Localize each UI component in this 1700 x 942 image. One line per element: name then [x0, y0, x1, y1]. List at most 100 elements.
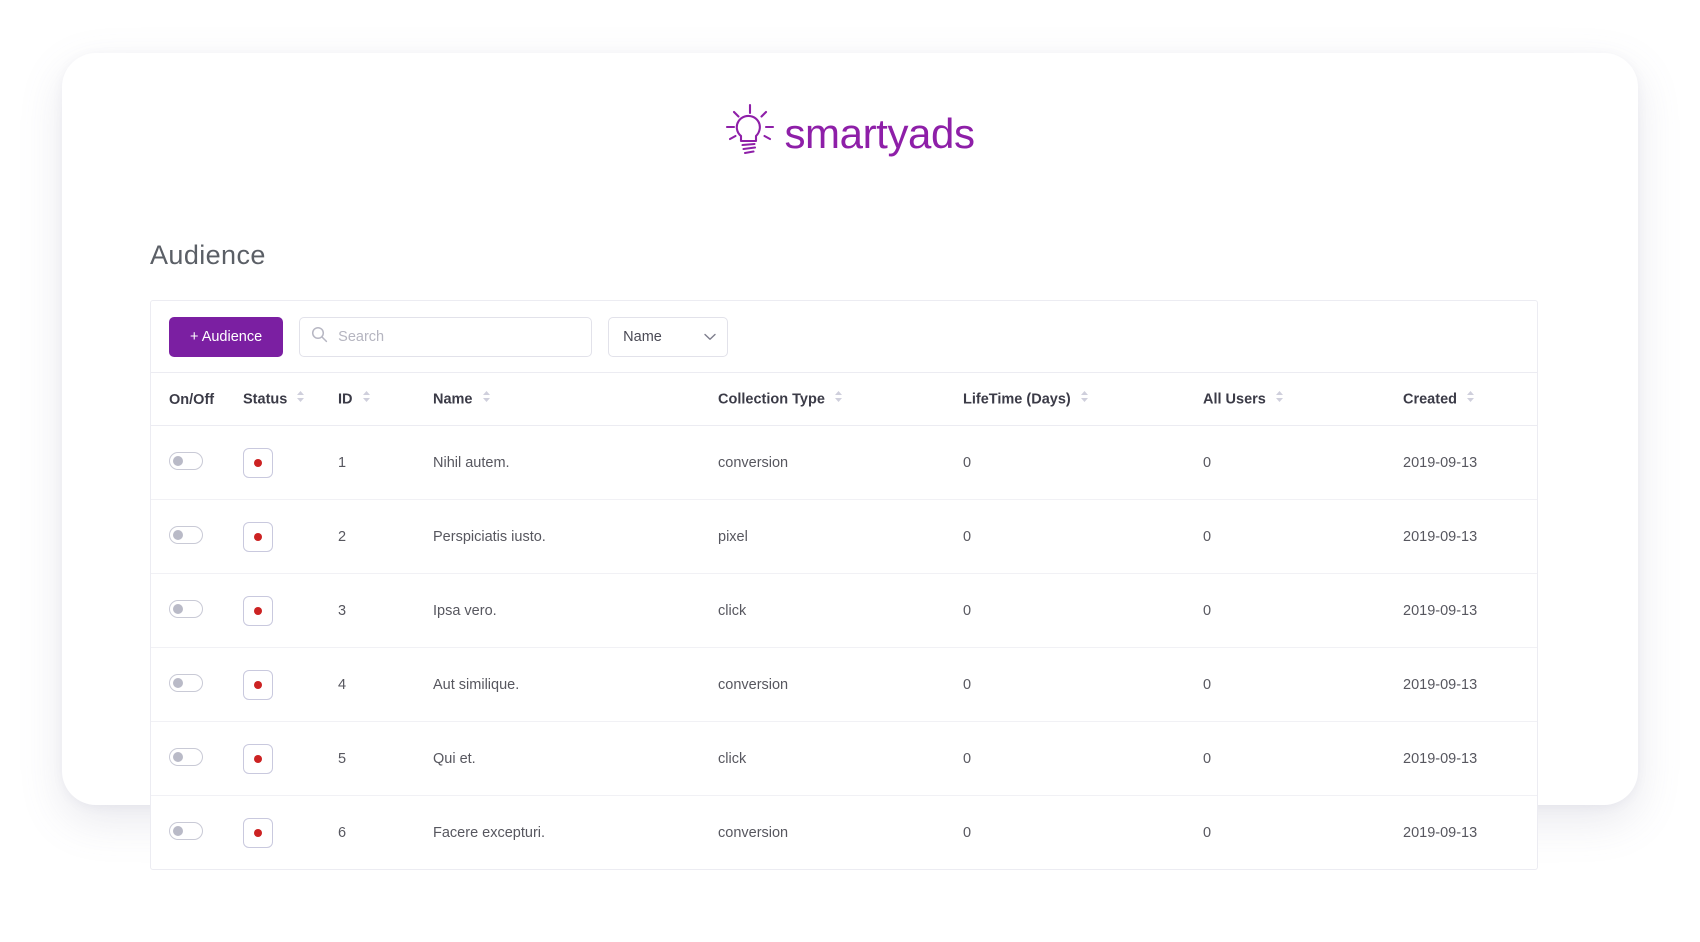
cell-status [243, 721, 338, 796]
cell-name: Facere excepturi. [433, 825, 546, 841]
sort-toggle-icon[interactable] [1080, 390, 1089, 407]
cell-name: Perspiciatis iusto. [433, 499, 718, 574]
cell-lifetime: 0 [963, 721, 1203, 796]
cell-all-users: 0 [1203, 825, 1212, 841]
cell-id: 2 [338, 499, 433, 574]
cell-all-users: 0 [1203, 721, 1403, 796]
cell-status [243, 425, 338, 500]
audience-panel: + Audience Name [150, 300, 1538, 870]
sort-toggle-icon[interactable] [482, 390, 491, 407]
cell-all-users: 0 [1203, 647, 1403, 722]
cell-lifetime: 0 [963, 425, 1203, 500]
column-label: Created [1403, 391, 1457, 408]
status-dot-icon [254, 755, 262, 763]
column-label: On/Off [169, 391, 215, 408]
column-label: LifeTime (Days) [963, 391, 1071, 408]
cell-collection-type: click [718, 721, 963, 796]
status-badge[interactable] [243, 596, 273, 626]
onoff-toggle[interactable] [169, 526, 203, 544]
status-dot-icon [254, 533, 262, 541]
column-label: Name [433, 391, 473, 408]
cell-id: 6 [338, 825, 347, 841]
toggle-knob [173, 530, 183, 540]
column-header-lifetime[interactable]: LifeTime (Days) [963, 373, 1203, 426]
column-label: ID [338, 391, 353, 408]
onoff-toggle[interactable] [169, 748, 203, 766]
cell-all-users: 0 [1203, 425, 1403, 500]
status-badge[interactable] [243, 744, 273, 774]
column-header-status[interactable]: Status [243, 373, 338, 426]
sort-toggle-icon[interactable] [834, 390, 843, 407]
cell-status [243, 796, 338, 870]
column-label: All Users [1203, 391, 1266, 408]
sort-select-wrapper: Name [608, 316, 729, 357]
cell-name: Ipsa vero. [433, 573, 718, 648]
onoff-toggle[interactable] [169, 674, 203, 692]
cell-status [243, 573, 338, 648]
onoff-toggle[interactable] [169, 600, 203, 618]
cell-collection-type: conversion [718, 647, 963, 722]
cell-status [243, 647, 338, 722]
toggle-knob [173, 456, 183, 466]
cell-created: 2019-09-13 [1403, 425, 1537, 500]
cell-onoff [151, 647, 243, 722]
table-row: 2 Perspiciatis iusto. pixel 0 0 2019-09-13 [151, 499, 1537, 574]
status-dot-icon [254, 829, 262, 837]
cell-name: Qui et. [433, 721, 718, 796]
column-header-id[interactable]: ID [338, 373, 433, 426]
cell-created: 2019-09-13 [1403, 647, 1537, 722]
column-label: Status [243, 391, 288, 408]
cell-created: 2019-09-13 [1403, 825, 1478, 841]
sort-toggle-icon[interactable] [1466, 390, 1475, 407]
cell-collection-type: conversion [718, 425, 963, 500]
cell-collection-type: click [718, 573, 963, 648]
cell-created: 2019-09-13 [1403, 721, 1537, 796]
table-row: 1 Nihil autem. conversion 0 0 2019-09-13 [151, 425, 1537, 500]
cell-collection-type: pixel [718, 499, 963, 574]
table-row: 4 Aut similique. conversion 0 0 2019-09-13 [151, 647, 1537, 722]
cell-status [243, 499, 338, 574]
lightbulb-icon [725, 103, 775, 162]
cell-id: 1 [338, 425, 433, 500]
status-badge[interactable] [243, 522, 273, 552]
cell-id: 4 [338, 647, 433, 722]
sort-toggle-icon[interactable] [296, 390, 305, 407]
cell-id: 5 [338, 721, 433, 796]
column-label: Collection Type [718, 391, 825, 408]
cell-lifetime: 0 [963, 499, 1203, 574]
column-header-collection-type[interactable]: Collection Type [718, 373, 963, 426]
status-dot-icon [254, 607, 262, 615]
cell-onoff [151, 721, 243, 796]
cell-all-users: 0 [1203, 499, 1403, 574]
cell-all-users: 0 [1203, 573, 1403, 648]
cell-onoff [151, 796, 243, 870]
status-badge[interactable] [243, 448, 273, 478]
sort-toggle-icon[interactable] [362, 390, 371, 407]
search-input[interactable] [299, 316, 593, 357]
table-row: 3 Ipsa vero. click 0 0 2019-09-13 [151, 573, 1537, 648]
column-header-name[interactable]: Name [433, 373, 718, 426]
sort-toggle-icon[interactable] [1275, 390, 1284, 407]
table-row: 6 Facere excepturi. conversion 0 0 2019-09-13 [151, 796, 1537, 870]
toggle-knob [173, 604, 183, 614]
cell-created: 2019-09-13 [1403, 573, 1537, 648]
column-header-created[interactable]: Created [1403, 373, 1537, 426]
onoff-toggle[interactable] [169, 822, 203, 840]
status-badge[interactable] [243, 670, 273, 700]
toggle-knob [173, 752, 183, 762]
column-header-all-users[interactable]: All Users [1203, 373, 1403, 426]
sort-by-select[interactable]: Name [608, 316, 729, 357]
table-body: 1 Nihil autem. conversion 0 0 2019-09-13 2 Pers… [151, 425, 1537, 870]
cell-created: 2019-09-13 [1403, 499, 1537, 574]
status-dot-icon [254, 459, 262, 467]
page-title: Audience [150, 240, 266, 270]
search-field-wrapper [299, 316, 593, 357]
status-badge[interactable] [243, 818, 273, 848]
cell-lifetime: 0 [963, 573, 1203, 648]
cell-id: 3 [338, 573, 433, 648]
status-dot-icon [254, 681, 262, 689]
onoff-toggle[interactable] [169, 452, 203, 470]
brand-logo: smartyads [62, 97, 1638, 167]
cell-onoff [151, 573, 243, 648]
add-audience-button[interactable]: + Audience [169, 316, 284, 357]
